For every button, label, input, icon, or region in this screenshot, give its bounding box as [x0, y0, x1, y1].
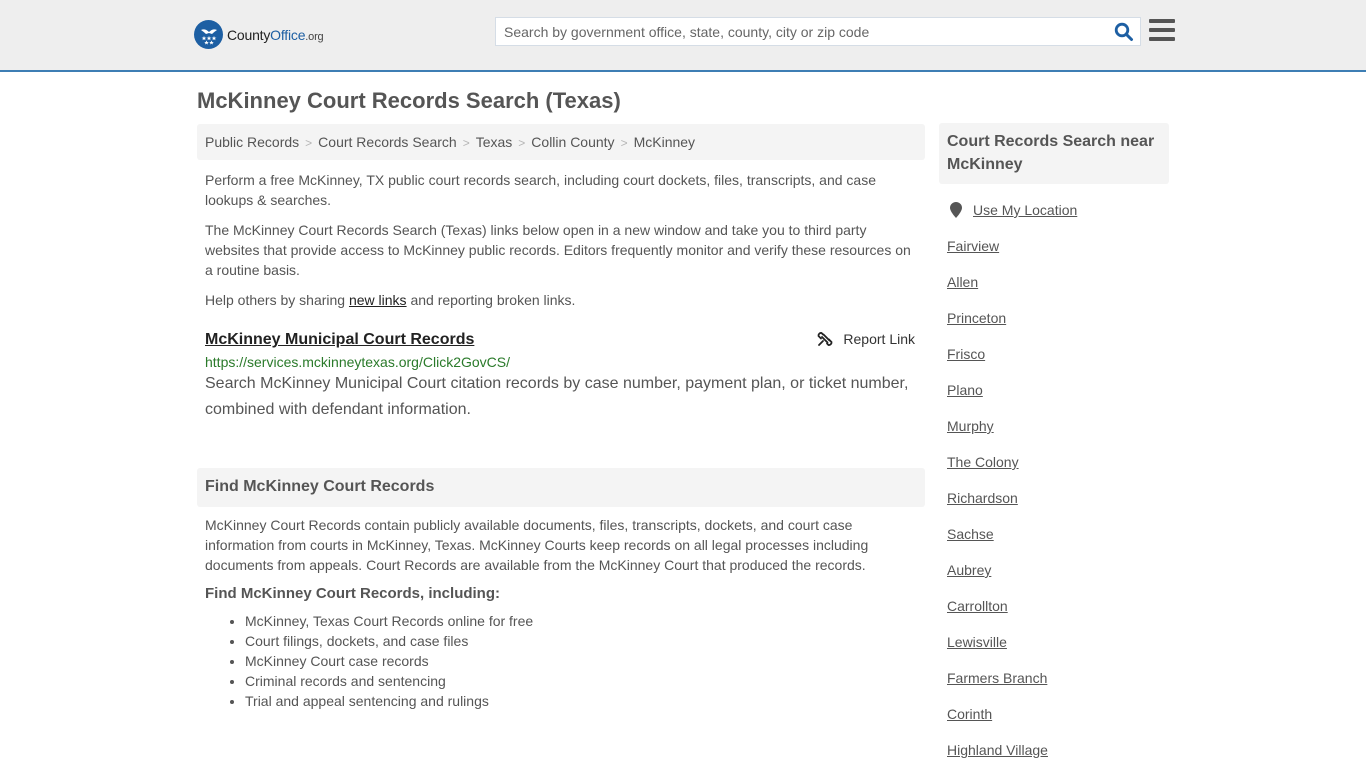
result-title-link[interactable]: McKinney Municipal Court Records [205, 331, 474, 349]
logo-text: CountyOffice.org [227, 26, 324, 43]
search-input[interactable] [496, 18, 1096, 45]
broken-link-icon [818, 332, 833, 346]
find-records-heading: Find McKinney Court Records [197, 468, 925, 507]
sidebar-heading: Court Records Search near McKinney [939, 123, 1169, 184]
breadcrumb-mckinney[interactable]: McKinney [634, 134, 695, 150]
top-header: CountyOffice.org [0, 0, 1366, 72]
intro-paragraph-3: Help others by sharing new links and rep… [205, 292, 576, 308]
breadcrumb-court-records-search[interactable]: Court Records Search [318, 134, 457, 150]
city-link-frisco[interactable]: Frisco [947, 346, 985, 362]
use-my-location-link[interactable]: Use My Location [973, 202, 1077, 218]
hamburger-menu-icon[interactable] [1149, 19, 1175, 43]
find-records-list: McKinney, Texas Court Records online for… [197, 611, 925, 711]
city-link-corinth[interactable]: Corinth [947, 706, 992, 722]
city-link-carrollton[interactable]: Carrollton [947, 598, 1008, 614]
page-title: McKinney Court Records Search (Texas) [197, 88, 621, 113]
find-records-body: McKinney Court Records contain publicly … [205, 517, 869, 573]
report-link-label: Report Link [843, 331, 915, 347]
city-link-highland-village[interactable]: Highland Village [947, 742, 1048, 758]
list-item: Court filings, dockets, and case files [245, 631, 925, 651]
city-link-allen[interactable]: Allen [947, 274, 978, 290]
result-item: McKinney Municipal Court Records Report … [197, 328, 925, 423]
list-item: McKinney, Texas Court Records online for… [245, 611, 925, 631]
search-box [495, 17, 1141, 46]
city-link-aubrey[interactable]: Aubrey [947, 562, 991, 578]
use-my-location: Use My Location [947, 200, 1169, 220]
intro-section: Perform a free McKinney, TX public court… [197, 170, 925, 320]
search-icon[interactable] [1114, 22, 1134, 42]
find-records-section: McKinney Court Records contain publicly … [197, 515, 925, 711]
list-item: Trial and appeal sentencing and rulings [245, 691, 925, 711]
city-link-princeton[interactable]: Princeton [947, 310, 1006, 326]
map-pin-icon [950, 202, 962, 218]
list-item: McKinney Court case records [245, 651, 925, 671]
city-link-sachse[interactable]: Sachse [947, 526, 994, 542]
breadcrumb: Public Records > Court Records Search > Texa… [197, 124, 925, 160]
city-link-plano[interactable]: Plano [947, 382, 983, 398]
breadcrumb-texas[interactable]: Texas [476, 134, 513, 150]
city-link-farmers-branch[interactable]: Farmers Branch [947, 670, 1047, 686]
breadcrumb-separator: > [518, 136, 526, 150]
city-link-fairview[interactable]: Fairview [947, 238, 999, 254]
report-link-button[interactable]: Report Link [817, 331, 915, 347]
site-logo[interactable]: CountyOffice.org [194, 20, 324, 49]
breadcrumb-separator: > [462, 136, 470, 150]
city-link-richardson[interactable]: Richardson [947, 490, 1018, 506]
breadcrumb-separator: > [620, 136, 628, 150]
breadcrumb-separator: > [305, 136, 313, 150]
list-item: Criminal records and sentencing [245, 671, 925, 691]
eagle-stars-icon [194, 20, 223, 49]
city-link-the-colony[interactable]: The Colony [947, 454, 1019, 470]
breadcrumb-public-records[interactable]: Public Records [205, 134, 299, 150]
breadcrumb-collin-county[interactable]: Collin County [531, 134, 614, 150]
intro-paragraph-2: The McKinney Court Records Search (Texas… [205, 222, 911, 278]
find-records-subheading: Find McKinney Court Records, including: [205, 585, 501, 602]
city-link-lewisville[interactable]: Lewisville [947, 634, 1007, 650]
result-url: https://services.mckinneytexas.org/Click… [205, 354, 510, 370]
nearby-cities-list: Use My Location Fairview Allen Princeton… [947, 200, 1169, 776]
new-links-link[interactable]: new links [349, 292, 407, 308]
city-link-murphy[interactable]: Murphy [947, 418, 994, 434]
result-description: Search McKinney Municipal Court citation… [205, 375, 909, 418]
intro-paragraph-1: Perform a free McKinney, TX public court… [205, 172, 876, 208]
